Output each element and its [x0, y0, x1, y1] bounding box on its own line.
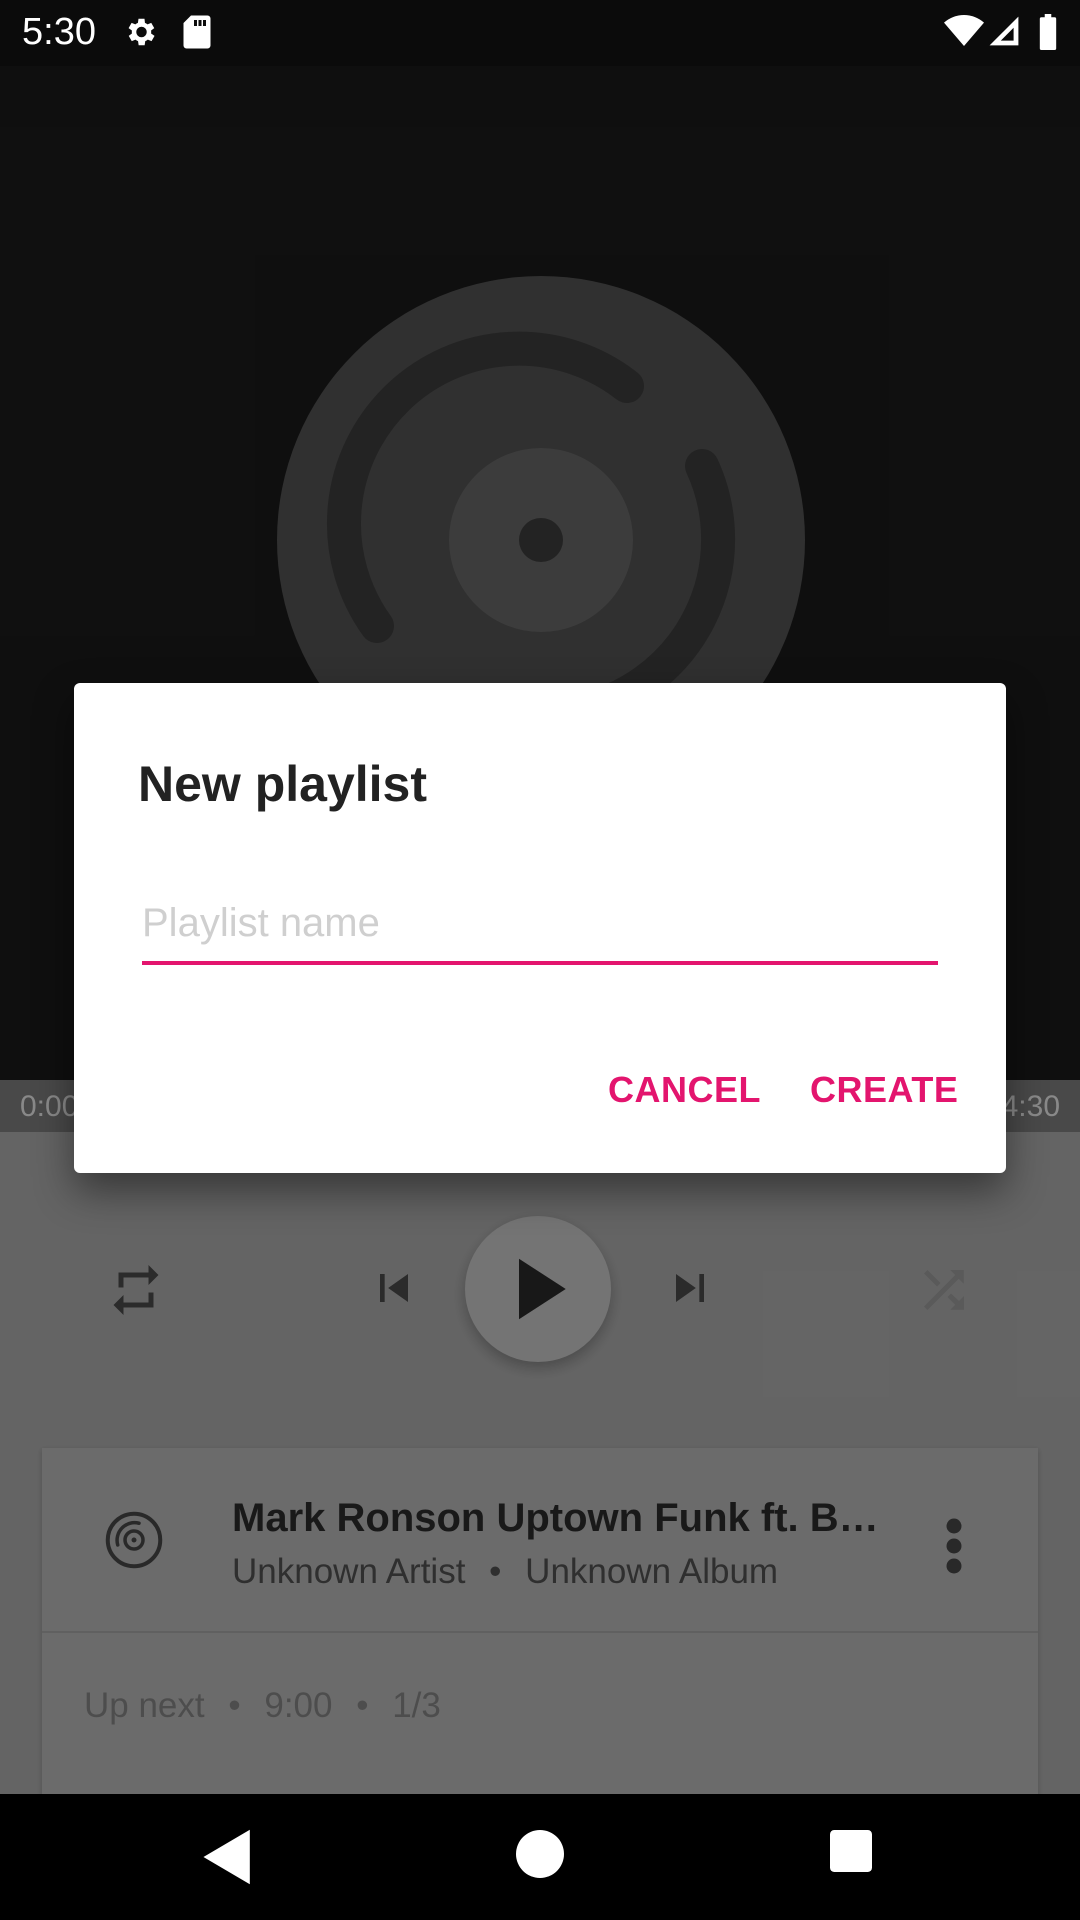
music-player-screen: 5:30 0:00 4:30 Mark Ronson Uptown Funk f…	[0, 0, 1080, 1920]
new-playlist-dialog: New playlist CANCEL CREATE	[74, 683, 1006, 1173]
recents-icon[interactable]	[830, 1830, 872, 1877]
playlist-name-input[interactable]	[142, 891, 938, 965]
home-icon[interactable]	[516, 1830, 564, 1883]
dialog-title: New playlist	[138, 756, 427, 812]
create-button[interactable]: CREATE	[810, 1061, 958, 1119]
back-icon[interactable]	[200, 1827, 256, 1892]
wifi-icon	[944, 14, 984, 53]
sd-card-icon	[182, 14, 212, 55]
status-bar: 5:30	[0, 0, 1080, 66]
cell-signal-icon	[988, 14, 1020, 53]
battery-icon	[1038, 14, 1058, 55]
cancel-button[interactable]: CANCEL	[608, 1061, 761, 1119]
gear-icon	[122, 14, 158, 55]
status-time: 5:30	[22, 11, 96, 53]
navigation-bar	[0, 1794, 1080, 1920]
